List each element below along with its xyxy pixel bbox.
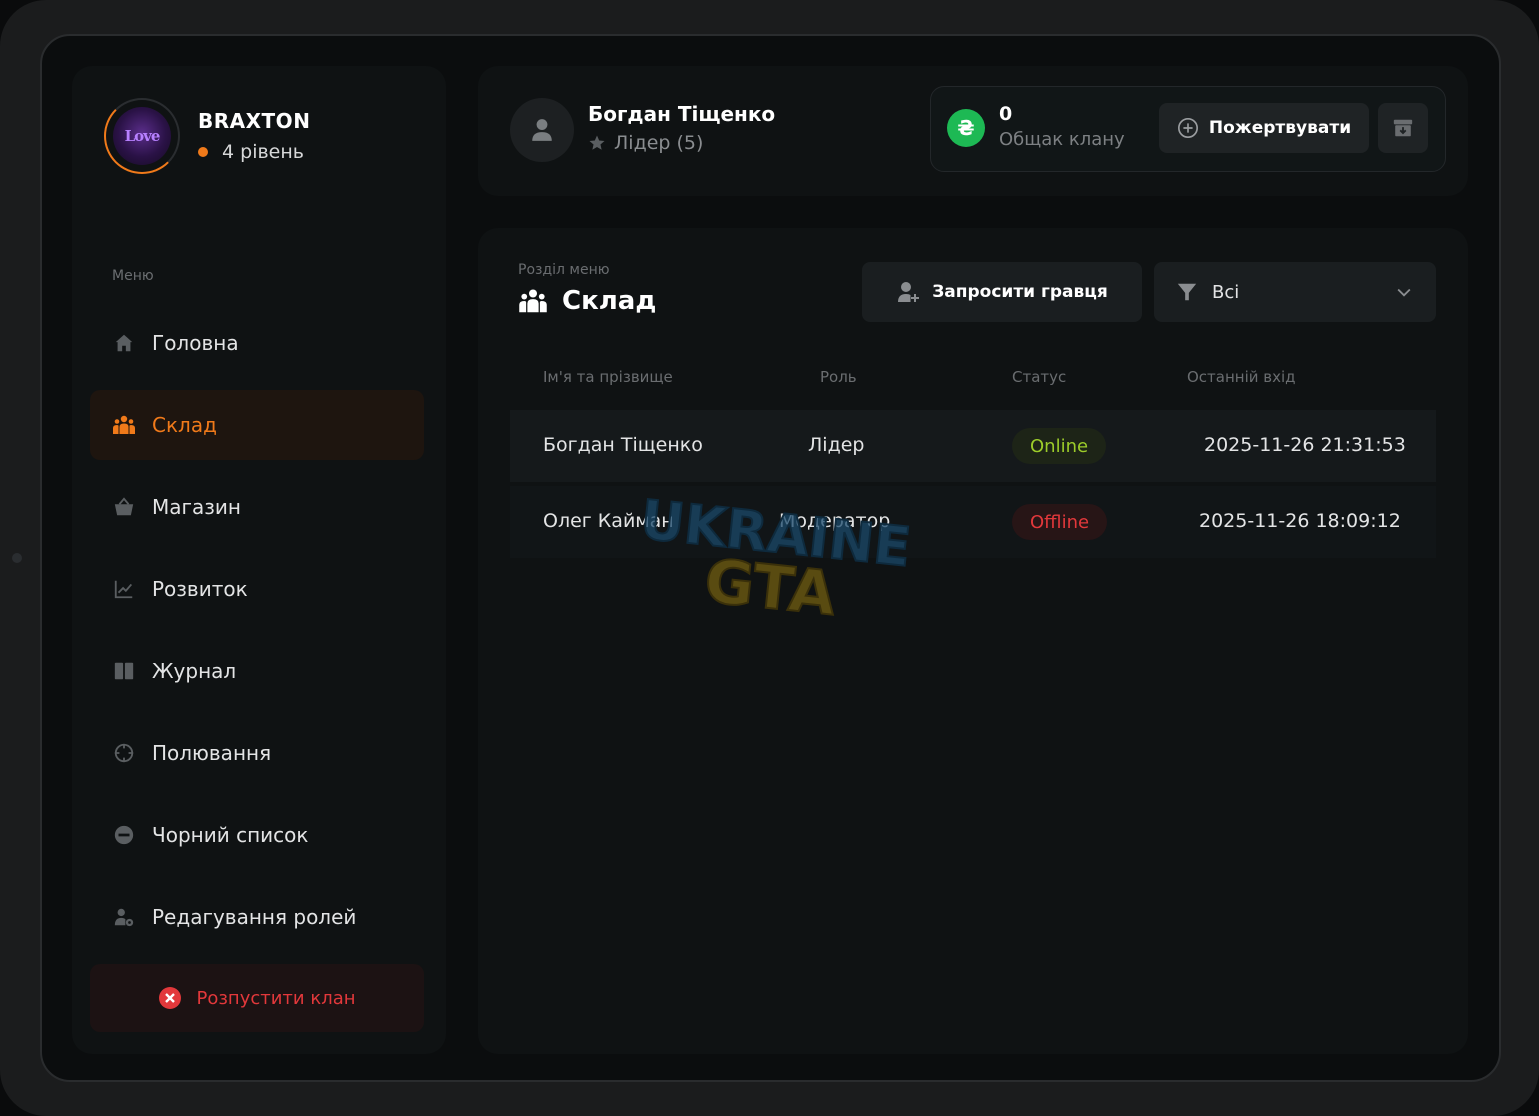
users-icon: [112, 413, 136, 437]
column-header-role: Роль: [820, 368, 857, 386]
status-badge: Online: [1012, 428, 1107, 464]
user-gear-icon: [112, 905, 136, 929]
filter-icon: [1176, 281, 1198, 303]
sidebar-item-label: Магазин: [152, 495, 241, 519]
invite-label: Запросити гравця: [932, 282, 1108, 302]
donate-button[interactable]: Пожертвувати: [1159, 103, 1369, 153]
section-caption: Розділ меню: [518, 262, 610, 278]
profile-name: BRAXTON: [198, 109, 311, 133]
sidebar-item-shop[interactable]: Магазин: [90, 472, 424, 542]
sidebar-item-journal[interactable]: Журнал: [90, 636, 424, 706]
home-icon: [112, 331, 136, 355]
table-row[interactable]: Олег Кайман Модератор Offline 2025-11-26…: [510, 486, 1436, 558]
chevron-down-icon: [1394, 282, 1414, 302]
sidebar-item-label: Розвиток: [152, 577, 248, 601]
users-icon: [518, 286, 548, 316]
camera-dot: [12, 553, 22, 563]
avatar: Love: [104, 98, 180, 174]
sidebar-item-blacklist[interactable]: Чорний список: [90, 800, 424, 870]
minus-circle-icon: [112, 823, 136, 847]
tablet-frame: Love BRAXTON 4 рівень Меню Головна Склад…: [0, 0, 1539, 1116]
table-row[interactable]: Богдан Тіщенко Лідер Online 2025-11-26 2…: [510, 410, 1436, 482]
crosshair-icon: [112, 741, 136, 765]
page-title: Склад: [518, 286, 656, 316]
filter-value: Всі: [1212, 281, 1240, 303]
user-role-text: Лідер (5): [614, 132, 704, 154]
sidebar-item-label: Журнал: [152, 659, 237, 683]
profile-level: 4 рівень: [198, 141, 310, 163]
sidebar-item-edit-roles[interactable]: Редагування ролей: [90, 882, 424, 952]
user-icon: [532, 119, 552, 141]
sidebar-item-label: Редагування ролей: [152, 905, 357, 929]
invite-player-button[interactable]: Запросити гравця: [862, 262, 1142, 322]
disband-label: Розпустити клан: [196, 987, 356, 1009]
column-header-name: Ім'я та прізвище: [543, 368, 673, 386]
sidebar-menu: Головна Склад Магазин Розвиток Журнал По…: [90, 308, 424, 964]
withdraw-button[interactable]: [1378, 103, 1428, 153]
sidebar: Love BRAXTON 4 рівень Меню Головна Склад…: [72, 66, 446, 1054]
clan-bank: ₴ 0 Общак клану Пожертвувати: [930, 86, 1446, 172]
member-role: Лідер: [808, 434, 865, 456]
user-plus-icon: [896, 280, 920, 304]
user-name: Богдан Тіщенко: [588, 102, 776, 126]
table-header: Ім'я та прізвище Роль Статус Останній вх…: [510, 368, 1436, 398]
user-avatar: [510, 98, 574, 162]
avatar-text: Love: [124, 127, 161, 145]
sidebar-item-label: Чорний список: [152, 823, 309, 847]
member-last-login: 2025-11-26 18:09:12: [1199, 510, 1401, 532]
page-title-text: Склад: [562, 286, 657, 316]
app-screen: Love BRAXTON 4 рівень Меню Головна Склад…: [40, 34, 1501, 1082]
bank-label: Общак клану: [999, 129, 1125, 150]
column-header-last-login: Останній вхід: [1187, 368, 1296, 386]
book-icon: [112, 659, 136, 683]
sidebar-item-label: Склад: [152, 413, 217, 437]
plus-circle-icon: [1177, 117, 1199, 139]
warehouse-panel: Розділ меню Склад Запросити гравця Всі І…: [478, 228, 1468, 1054]
sidebar-item-development[interactable]: Розвиток: [90, 554, 424, 624]
sidebar-item-home[interactable]: Головна: [90, 308, 424, 378]
level-dot-icon: [198, 147, 208, 157]
bank-amount: 0: [999, 103, 1013, 125]
profile-block: Love BRAXTON 4 рівень: [104, 98, 310, 174]
hryvnia-coin-icon: ₴: [947, 109, 985, 147]
star-icon: [588, 134, 606, 152]
status-filter-select[interactable]: Всі: [1154, 262, 1436, 322]
user-role: Лідер (5): [588, 132, 703, 154]
close-circle-icon: [158, 986, 182, 1010]
avatar-image: Love: [113, 107, 171, 165]
status-badge: Offline: [1012, 504, 1108, 540]
archive-icon: [1393, 119, 1413, 137]
menu-label: Меню: [112, 268, 154, 284]
disband-clan-button[interactable]: Розпустити клан: [90, 964, 424, 1032]
sidebar-item-hunting[interactable]: Полювання: [90, 718, 424, 788]
basket-icon: [112, 495, 136, 519]
member-last-login: 2025-11-26 21:31:53: [1204, 434, 1406, 456]
profile-level-text: 4 рівень: [222, 141, 304, 163]
sidebar-item-warehouse[interactable]: Склад: [90, 390, 424, 460]
member-name: Богдан Тіщенко: [543, 434, 703, 456]
donate-label: Пожертвувати: [1208, 118, 1352, 138]
profile-info: BRAXTON 4 рівень: [198, 109, 310, 163]
chart-icon: [112, 577, 136, 601]
header-card: Богдан Тіщенко Лідер (5) ₴ 0 Общак клану…: [478, 66, 1468, 196]
member-role: Модератор: [779, 510, 891, 532]
sidebar-item-label: Полювання: [152, 741, 272, 765]
member-name: Олег Кайман: [543, 510, 674, 532]
coin-symbol: ₴: [957, 116, 975, 140]
sidebar-item-label: Головна: [152, 331, 239, 355]
column-header-status: Статус: [1012, 368, 1067, 386]
